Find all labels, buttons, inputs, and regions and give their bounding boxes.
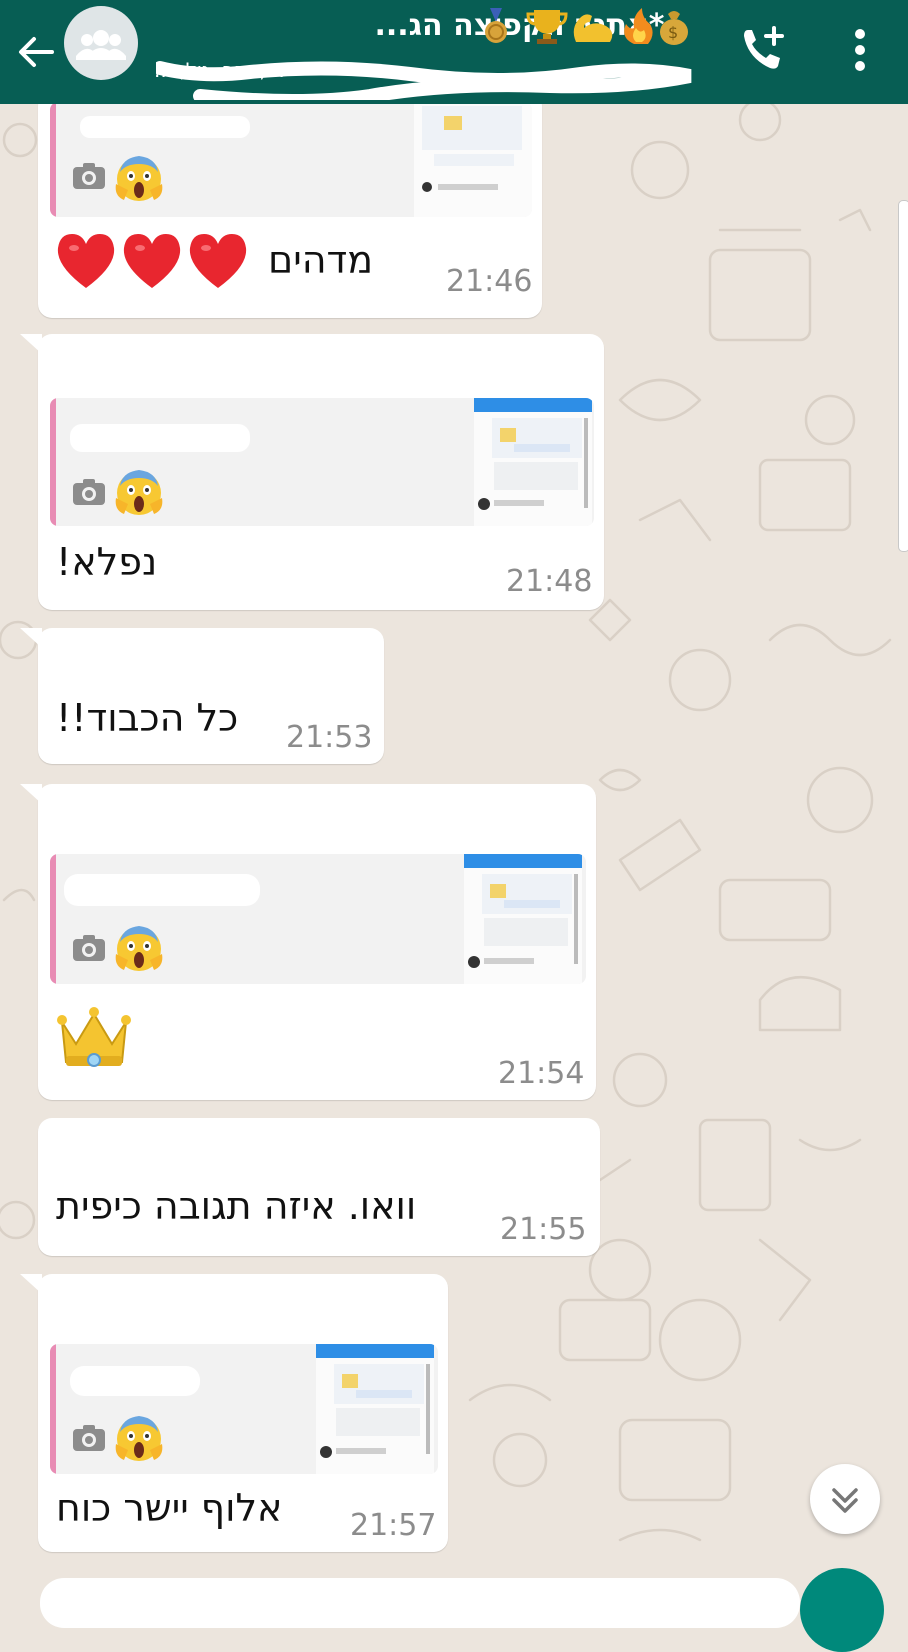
camera-icon — [73, 1425, 105, 1451]
add-call-icon[interactable] — [738, 22, 792, 76]
back-arrow-icon[interactable] — [14, 30, 58, 74]
message-bubble[interactable]: כל הכבוד!! 21:53 — [20, 628, 384, 764]
message-bubble[interactable]: נפלא! 21:48 — [20, 334, 604, 610]
quote-accent-bar — [50, 1344, 56, 1474]
message-bubble[interactable]: 21:54 — [20, 784, 596, 1100]
quote-accent-bar — [50, 854, 56, 984]
redacted-author — [80, 116, 250, 138]
bubble-tail — [20, 628, 42, 648]
hearts-emoji — [57, 234, 247, 288]
message-time: 21:54 — [498, 1056, 585, 1091]
redacted-sender — [58, 1132, 578, 1154]
next-message-bubble[interactable] — [40, 1578, 800, 1628]
medal-icon — [485, 8, 507, 43]
action-button[interactable] — [800, 1568, 884, 1652]
trophy-icon — [526, 10, 568, 44]
quoted-thumbnail — [464, 854, 582, 984]
quoted-message[interactable] — [50, 854, 586, 984]
redacted-sender — [58, 800, 578, 822]
svg-text:$: $ — [668, 23, 678, 42]
message-time: 21:57 — [350, 1508, 437, 1543]
chat-header: *אתגר הקפיצה הג... $ ...,זוהר, גיל, ... — [0, 0, 908, 104]
redacted-sender — [58, 1302, 258, 1324]
message-bubble[interactable]: אלוף יישר כוח 21:57 — [20, 1274, 448, 1552]
message-text: כל הכבוד!! — [56, 696, 239, 740]
message-text: נפלא! — [56, 540, 158, 584]
quote-accent-bar — [50, 398, 56, 526]
message-bubble[interactable]: וואו. איזה תגובה כיפית 21:55 — [38, 1118, 600, 1256]
money-bag-icon: $ — [660, 11, 688, 45]
redacted-sender — [58, 348, 558, 370]
bubble-tail — [20, 784, 42, 804]
message-text: אלוף יישר כוח — [56, 1486, 283, 1530]
redacted-author — [70, 1366, 200, 1396]
message-text: וואו. איזה תגובה כיפית — [56, 1184, 417, 1228]
quoted-message[interactable] — [50, 1344, 438, 1474]
camera-icon — [73, 935, 105, 961]
flexed-biceps-icon — [573, 14, 613, 42]
title-emoji-strip: $ — [485, 8, 688, 45]
scroll-down-button[interactable] — [810, 1464, 880, 1534]
redacted-author — [70, 424, 250, 452]
quoted-thumbnail — [474, 398, 592, 526]
face-screaming-icon — [115, 470, 163, 515]
camera-icon — [73, 479, 105, 505]
message-text: מדהים — [268, 238, 374, 282]
quote-accent-bar — [50, 102, 56, 217]
fire-icon — [624, 8, 653, 44]
chat-subtitle[interactable]: ...,זוהר, גיל, ... — [154, 58, 714, 92]
bubble-tail — [20, 334, 42, 354]
face-screaming-icon — [115, 1416, 163, 1461]
message-time: 21:53 — [286, 720, 373, 755]
scroll-indicator[interactable] — [898, 200, 908, 552]
redacted-sender — [58, 648, 358, 670]
crown-emoji — [57, 1007, 131, 1067]
camera-icon — [73, 163, 105, 189]
message-bubble[interactable]: מדהים 21:46 — [38, 92, 542, 318]
face-screaming-icon — [115, 926, 163, 971]
more-vert-icon[interactable] — [840, 20, 880, 80]
message-time: 21:48 — [506, 564, 593, 599]
quoted-message[interactable] — [50, 398, 594, 526]
bubble-tail — [20, 1274, 42, 1294]
group-avatar[interactable] — [64, 6, 138, 80]
quoted-thumbnail — [414, 102, 532, 217]
message-time: 21:46 — [446, 264, 533, 299]
quoted-message[interactable] — [50, 102, 532, 217]
group-avatar-icon — [76, 30, 126, 60]
message-time: 21:55 — [500, 1212, 587, 1247]
redacted-author — [64, 874, 260, 906]
quoted-thumbnail — [316, 1344, 434, 1474]
face-screaming-icon — [115, 156, 163, 201]
double-chevron-down-icon — [832, 1488, 858, 1513]
